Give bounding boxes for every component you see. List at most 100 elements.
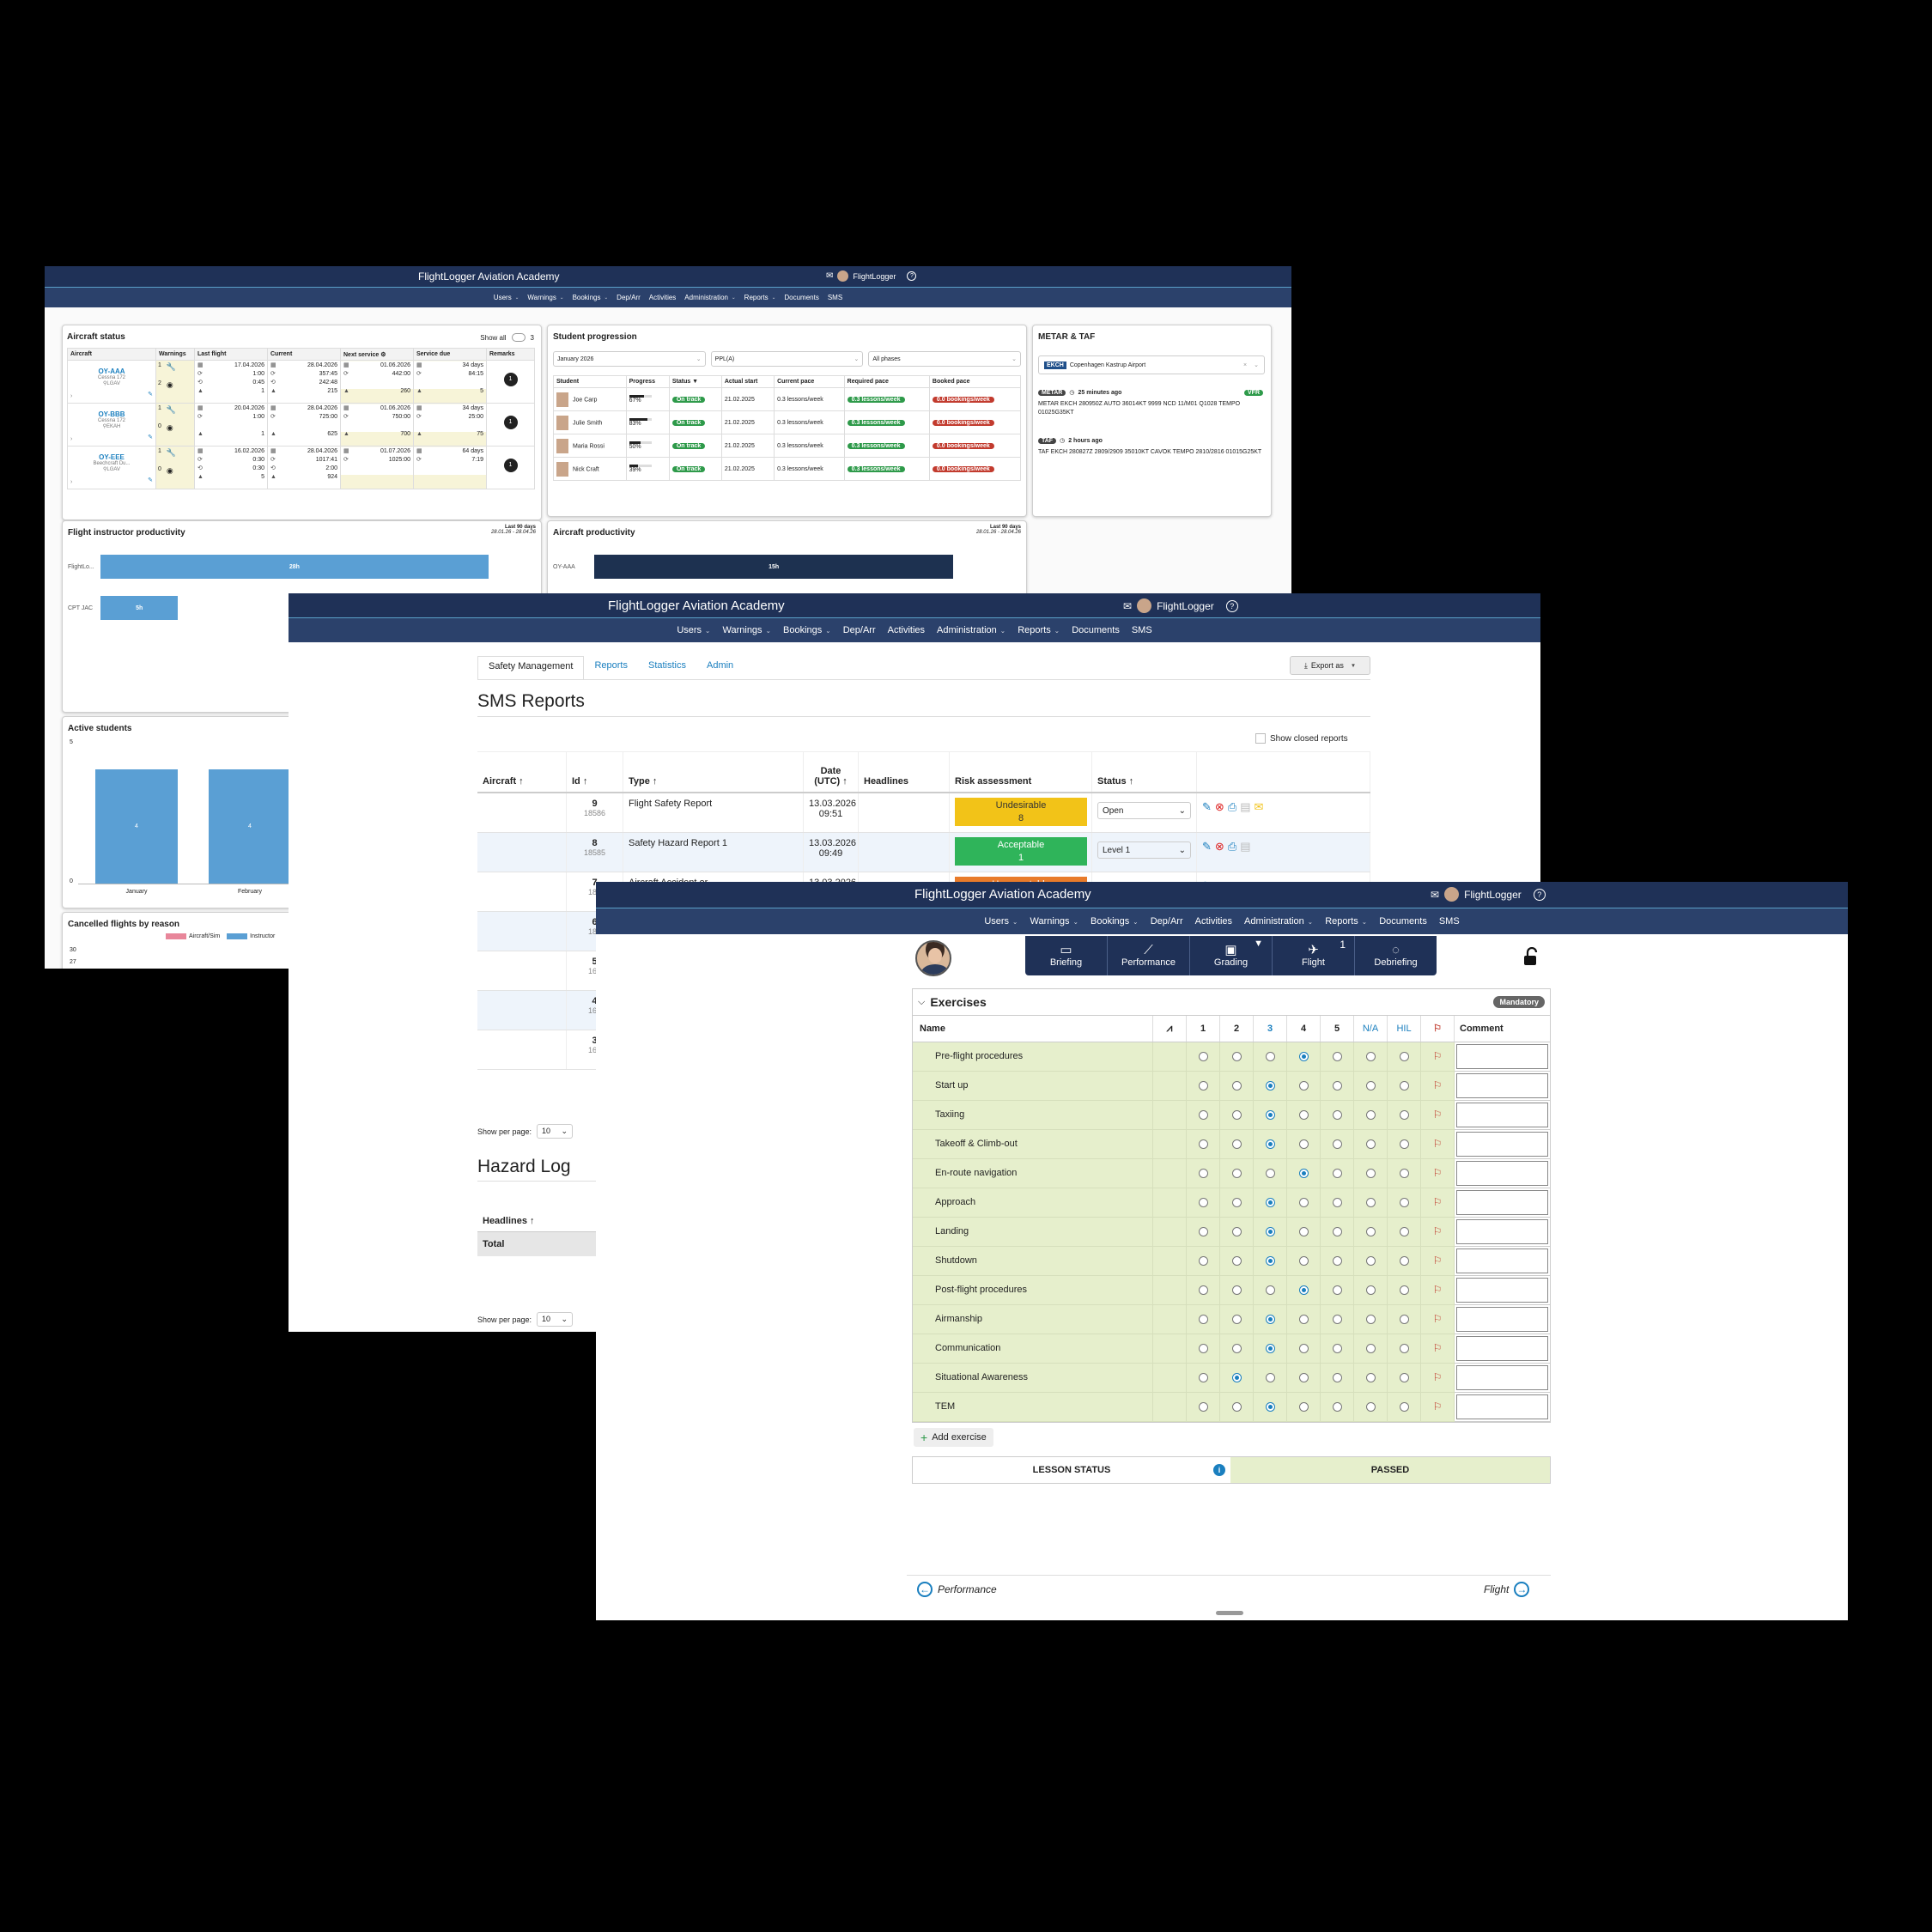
user-name[interactable]: FlightLogger (1157, 600, 1214, 612)
inspection-icon[interactable]: ◉ (167, 466, 173, 476)
nav-item-dep-arr[interactable]: Dep/Arr (1151, 916, 1183, 927)
column-header[interactable]: Current pace (774, 375, 845, 388)
grade-radio[interactable] (1298, 1139, 1309, 1149)
comment-input[interactable] (1456, 1306, 1548, 1332)
column-header-aircraft[interactable]: Aircraft ↑ (477, 752, 567, 792)
exercises-header[interactable]: ⌵ Exercises Mandatory (913, 989, 1550, 1016)
grade-radio[interactable] (1332, 1226, 1342, 1236)
expand-chevron-icon[interactable]: › (70, 479, 72, 485)
export-button[interactable]: ⤓ Export as ▼ (1290, 656, 1370, 675)
aircraft-reg[interactable]: OY-AAA (69, 368, 155, 375)
grade-radio[interactable] (1231, 1285, 1242, 1295)
grade-radio[interactable] (1298, 1255, 1309, 1266)
flag-icon[interactable]: ⚐ (1433, 1255, 1443, 1267)
grade-radio[interactable] (1265, 1285, 1275, 1295)
column-header[interactable]: Next service ⚙ (340, 348, 414, 361)
grade-radio[interactable] (1332, 1285, 1342, 1295)
nav-item-administration[interactable]: Administration ⌄ (1244, 916, 1313, 927)
grade-radio[interactable] (1198, 1051, 1208, 1061)
grade-radio[interactable] (1332, 1109, 1342, 1120)
grade-radio[interactable] (1399, 1226, 1409, 1236)
expand-chevron-icon[interactable]: › (70, 436, 72, 442)
wrench-icon[interactable]: 🔧 (167, 448, 176, 458)
comment-bubble-icon[interactable]: 1 (503, 373, 518, 386)
grade-radio[interactable] (1265, 1226, 1275, 1236)
grade-radio[interactable] (1231, 1314, 1242, 1324)
nav-item-warnings[interactable]: Warnings ⌄ (527, 294, 563, 301)
report-type[interactable]: Safety Hazard Report 1 (629, 838, 727, 848)
remarks-cell[interactable]: 1 (486, 403, 535, 447)
legend-item[interactable]: Aircraft/Sim (166, 933, 220, 939)
help-icon[interactable]: ? (907, 271, 917, 281)
grade-radio[interactable] (1399, 1168, 1409, 1178)
aircraft-reg[interactable]: OY-BBB (69, 410, 155, 418)
grade-radio[interactable] (1231, 1080, 1242, 1091)
column-header-status[interactable]: Status ↑ (1092, 752, 1197, 792)
inspection-icon[interactable]: ◉ (167, 380, 173, 390)
avatar[interactable] (837, 270, 849, 282)
table-row[interactable]: OY-EEE Beechcraft Du... ⚲LGAV › ✎ 1 🔧 0 ◉ ▦ 16.02.… (67, 446, 535, 489)
grade-radio[interactable] (1265, 1168, 1275, 1178)
grade-radio[interactable] (1298, 1372, 1309, 1382)
grade-radio[interactable] (1231, 1255, 1242, 1266)
grade-radio[interactable] (1365, 1401, 1376, 1412)
grade-radio[interactable] (1332, 1401, 1342, 1412)
filter-select[interactable]: PPL(A) ⌄ (710, 351, 864, 367)
tab-performance[interactable]: ⟋ Performance (1108, 936, 1190, 975)
grade-radio[interactable] (1399, 1051, 1409, 1061)
grade-radio[interactable] (1399, 1109, 1409, 1120)
comment-bubble-icon[interactable]: 1 (503, 416, 518, 429)
student-cell[interactable]: Julie Smith (553, 410, 627, 434)
prev-performance-link[interactable]: ← Performance (917, 1582, 997, 1597)
chevron-down-icon[interactable]: ⌄ (1254, 361, 1259, 368)
risk-badge[interactable]: Acceptable 1 (955, 837, 1087, 866)
aircraft-cell[interactable]: OY-BBB Cessna 172 ⚲EKAH › ✎ (67, 403, 156, 447)
grade-radio[interactable] (1332, 1051, 1342, 1061)
grade-radio[interactable] (1399, 1197, 1409, 1207)
print-icon[interactable]: ⎙ (1228, 840, 1236, 854)
nav-item-sms[interactable]: SMS (1132, 625, 1152, 635)
filter-icon[interactable]: ▼ (1254, 939, 1263, 949)
student-name[interactable]: Nick Craft (573, 466, 599, 472)
grade-radio[interactable] (1332, 1168, 1342, 1178)
grade-radio[interactable] (1332, 1255, 1342, 1266)
mail-icon[interactable]: ✉ (826, 271, 833, 281)
grade-radio[interactable] (1298, 1197, 1309, 1207)
flag-icon[interactable]: ⚐ (1433, 1109, 1443, 1121)
per-page-select[interactable]: 10 ⌄ (537, 1124, 574, 1139)
student-cell[interactable]: Nick Craft (553, 457, 627, 481)
tab-debriefing[interactable]: ◌ Debriefing (1355, 936, 1437, 975)
flag-icon[interactable]: ⚐ (1433, 1167, 1443, 1179)
table-row[interactable]: 9 18586 Flight Safety Report 13.03.2026 09:5… (477, 793, 1370, 833)
scroll-handle[interactable] (1216, 1611, 1243, 1615)
grade-radio[interactable] (1198, 1080, 1208, 1091)
student-name[interactable]: Julie Smith (573, 420, 602, 426)
grade-radio[interactable] (1198, 1343, 1208, 1353)
flag-icon[interactable]: ⚐ (1433, 1079, 1443, 1091)
grade-radio[interactable] (1231, 1226, 1242, 1236)
grade-radio[interactable] (1365, 1285, 1376, 1295)
column-header[interactable]: Booked pace (928, 375, 1022, 388)
column-header[interactable]: Warnings (155, 348, 195, 361)
grade-radio[interactable] (1265, 1255, 1275, 1266)
mail-icon[interactable]: ✉ (1431, 889, 1439, 901)
grade-radio[interactable] (1198, 1401, 1208, 1412)
nav-item-activities[interactable]: Activities (1195, 916, 1232, 927)
filter-select[interactable]: January 2026 ⌄ (553, 351, 706, 367)
grade-radio[interactable] (1298, 1109, 1309, 1120)
grade-radio[interactable] (1231, 1139, 1242, 1149)
lesson-status-value-box[interactable]: PASSED (1230, 1457, 1550, 1483)
chevron-down-icon[interactable]: ⌵ (918, 997, 925, 1008)
grade-radio[interactable] (1365, 1255, 1376, 1266)
grade-radio[interactable] (1365, 1372, 1376, 1382)
comment-input[interactable] (1456, 1072, 1548, 1098)
bar[interactable]: 4 (209, 769, 291, 884)
nav-item-documents[interactable]: Documents (1072, 625, 1120, 635)
flag-icon[interactable]: ⚐ (1433, 1225, 1443, 1237)
grade-radio[interactable] (1231, 1197, 1242, 1207)
grade-radio[interactable] (1298, 1314, 1309, 1324)
tab-grading[interactable]: ▣ Grading ▼ (1190, 936, 1273, 975)
grade-radio[interactable] (1298, 1401, 1309, 1412)
nav-item-dep-arr[interactable]: Dep/Arr (843, 625, 876, 635)
comment-input[interactable] (1456, 1131, 1548, 1157)
